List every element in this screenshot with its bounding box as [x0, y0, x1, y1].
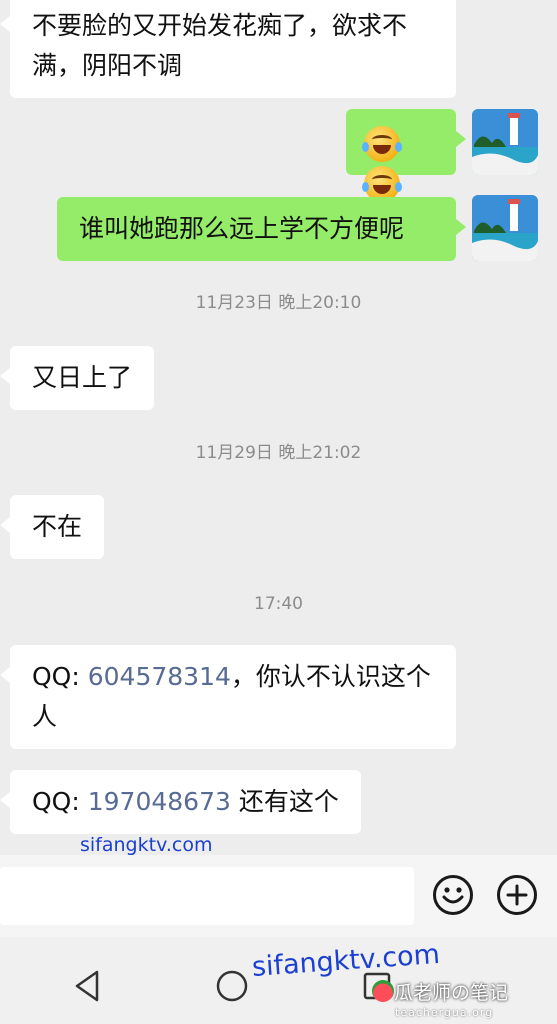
message-bubble-incoming[interactable]: 不在	[0, 495, 105, 559]
smiley-icon[interactable]	[433, 875, 473, 915]
watermark: sifangktv.com	[80, 834, 213, 855]
message-bubble-outgoing[interactable]	[346, 109, 466, 202]
laugh-cry-emoji-icon	[362, 126, 402, 162]
brand-watermark-text: 瓜老师の笔记	[394, 982, 509, 1004]
message-bubble-incoming[interactable]: 又日上了	[0, 346, 155, 410]
qq-prefix: QQ:	[32, 787, 88, 816]
qq-number-link[interactable]: 197048673	[88, 787, 231, 816]
avatar[interactable]	[472, 195, 538, 261]
chat-area[interactable]: 不要脸的又开始发花痴了，欲求不满，阴阳不调 谁叫她跑那么远上学不方便呢 11月2…	[0, 0, 557, 855]
qq-prefix: QQ:	[32, 662, 88, 691]
timestamp: 11月29日 晚上21:02	[195, 443, 362, 463]
message-text: 还有这个	[230, 787, 339, 816]
brand-watermark-url: teachergua.org	[395, 1006, 494, 1019]
message-text: 不要脸的又开始发花痴了，欲求不满，阴阳不调	[32, 11, 408, 80]
message-input[interactable]	[0, 867, 414, 925]
back-triangle-icon[interactable]	[73, 969, 103, 1003]
message-text: 谁叫她跑那么远上学不方便呢	[79, 214, 405, 243]
timestamp: 11月23日 晚上20:10	[195, 293, 362, 313]
message-text: 不在	[32, 512, 83, 541]
qq-number-link[interactable]: 604578314	[88, 662, 231, 691]
timestamp: 17:40	[254, 594, 303, 614]
message-text: 又日上了	[32, 363, 133, 392]
brand-watermark: 瓜老师の笔记	[370, 978, 508, 1005]
message-bubble-incoming[interactable]: QQ: 197048673 还有这个	[0, 770, 361, 834]
message-bubble-incoming[interactable]: QQ: 604578314，你认不认识这个人	[0, 645, 456, 749]
message-bubble-incoming[interactable]: 不要脸的又开始发花痴了，欲求不满，阴阳不调	[0, 0, 456, 98]
message-bubble-outgoing[interactable]: 谁叫她跑那么远上学不方便呢	[57, 197, 466, 261]
plus-icon[interactable]	[497, 875, 537, 915]
input-bar	[0, 855, 557, 937]
home-circle-icon[interactable]	[215, 969, 249, 1003]
avatar[interactable]	[472, 109, 538, 175]
